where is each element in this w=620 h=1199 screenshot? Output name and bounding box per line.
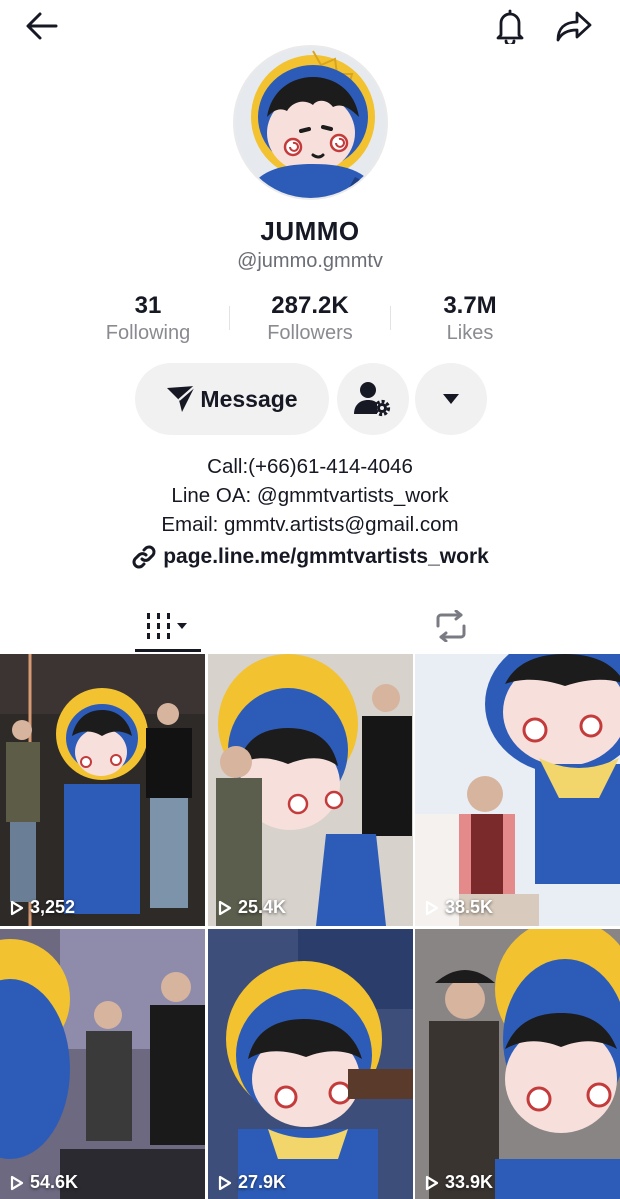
view-count: 27.9K — [218, 1172, 286, 1193]
paper-plane-icon — [167, 385, 197, 412]
followers-count: 287.2K — [271, 292, 349, 319]
bio-link[interactable]: page.line.me/gmmtvartists_work — [0, 544, 620, 570]
view-count-text: 27.9K — [238, 1172, 287, 1192]
video-grid: 3,252 25.4K 38.5K 54.6K 27.9K 33.9K — [0, 654, 620, 1199]
followers-label: Followers — [267, 322, 353, 344]
active-tab-indicator — [135, 649, 201, 652]
likes-count: 3.7M — [443, 292, 497, 319]
profile-stats: 31 Following 287.2K Followers 3.7M Likes — [68, 292, 552, 352]
video-thumbnail-image — [415, 654, 620, 926]
view-count: 38.5K — [425, 897, 493, 918]
bio-line-phone: Call:(+66)61-414-4046 — [207, 455, 413, 478]
stat-likes[interactable]: 3.7M Likes — [390, 292, 550, 345]
likes-label: Likes — [446, 322, 494, 344]
view-count-text: 3,252 — [30, 897, 76, 917]
video-thumbnail[interactable]: 54.6K — [0, 929, 205, 1199]
play-icon — [218, 1175, 232, 1190]
link-icon — [131, 544, 157, 570]
tab-videos[interactable] — [135, 598, 201, 654]
video-thumbnail[interactable]: 25.4K — [208, 654, 413, 926]
view-count: 3,252 — [10, 897, 75, 918]
following-label: Following — [105, 322, 191, 344]
user-settings-button[interactable] — [337, 363, 409, 435]
profile-avatar[interactable] — [233, 45, 388, 200]
tab-reposts[interactable] — [418, 598, 484, 654]
video-thumbnail-image — [415, 929, 620, 1199]
back-button[interactable] — [20, 4, 64, 48]
repost-icon — [436, 610, 466, 642]
stat-followers[interactable]: 287.2K Followers — [230, 292, 390, 345]
bio-link-text: page.line.me/gmmtvartists_work — [163, 545, 489, 568]
video-thumbnail-image — [208, 929, 413, 1199]
display-name: JUMMO — [260, 216, 360, 246]
play-icon — [10, 900, 24, 915]
video-thumbnail[interactable]: 3,252 — [0, 654, 205, 926]
user-gear-icon — [354, 382, 391, 417]
stat-following[interactable]: 31 Following — [68, 292, 228, 345]
profile-actions: Message — [135, 363, 495, 435]
video-thumbnail[interactable]: 27.9K — [208, 929, 413, 1199]
message-button-label: Message — [200, 385, 298, 412]
view-count-text: 25.4K — [238, 897, 287, 917]
more-options-button[interactable] — [415, 363, 487, 435]
view-count-text: 54.6K — [30, 1172, 79, 1192]
play-icon — [425, 900, 439, 915]
play-icon — [10, 1175, 24, 1190]
following-count: 31 — [134, 292, 162, 319]
bio-line-email: Email: gmmtv.artists@gmail.com — [161, 513, 459, 536]
bell-icon — [496, 9, 524, 44]
view-count: 25.4K — [218, 897, 286, 918]
bio-line-line-oa: Line OA: @gmmtvartists_work — [171, 484, 449, 507]
notifications-button[interactable] — [488, 4, 532, 48]
message-button[interactable]: Message — [135, 363, 329, 435]
video-thumbnail-image — [0, 929, 205, 1199]
grid-bars-icon — [147, 613, 187, 639]
view-count-text: 33.9K — [445, 1172, 494, 1192]
video-thumbnail[interactable]: 38.5K — [415, 654, 620, 926]
video-thumbnail[interactable]: 33.9K — [415, 929, 620, 1199]
video-thumbnail-image — [0, 654, 205, 926]
caret-down-icon — [443, 394, 459, 404]
profile-bio: Call:(+66)61-414-4046 Line OA: @gmmtvart… — [0, 452, 620, 539]
mascot-avatar-image — [235, 47, 386, 198]
view-count: 33.9K — [425, 1172, 493, 1193]
view-count: 54.6K — [10, 1172, 78, 1193]
share-button[interactable] — [552, 4, 596, 48]
share-arrow-icon — [556, 11, 592, 42]
play-icon — [425, 1175, 439, 1190]
play-icon — [218, 900, 232, 915]
username-handle: @jummo.gmmtv — [237, 250, 383, 272]
arrow-left-icon — [26, 12, 58, 40]
view-count-text: 38.5K — [445, 897, 494, 917]
video-thumbnail-image — [208, 654, 413, 926]
content-tabs — [0, 598, 620, 654]
